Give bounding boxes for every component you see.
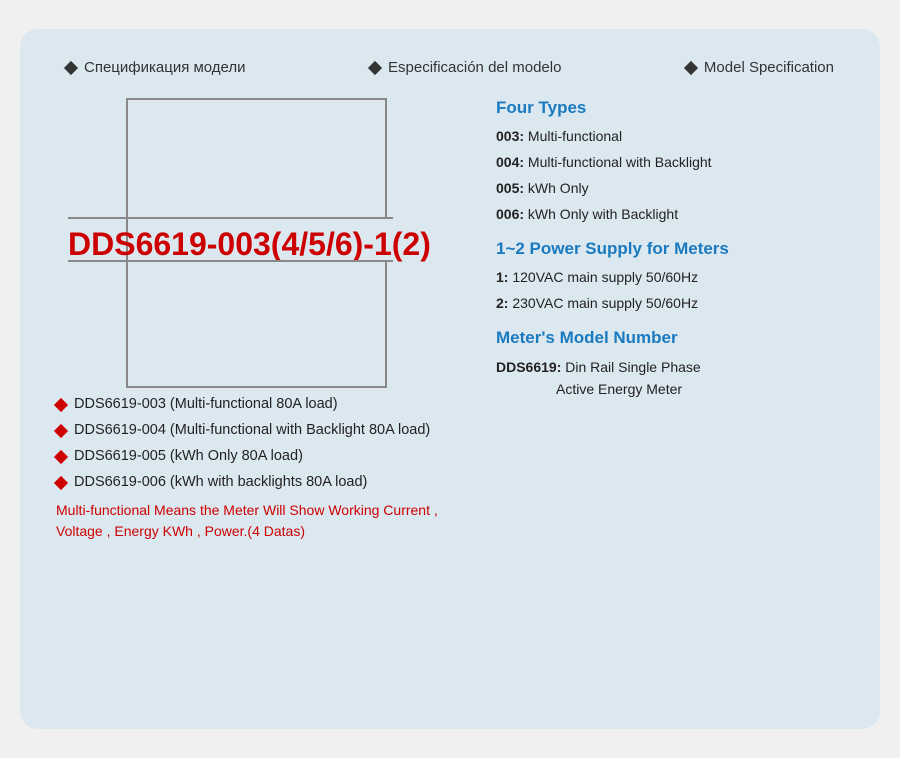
four-types-section: Four Types 003: Multi-functional 004: Mu… <box>496 98 844 225</box>
diamond-red-icon-4 <box>54 476 68 490</box>
model-number-text-line2: Active Energy Meter <box>496 378 844 400</box>
list-item: DDS6619-004 (Multi-functional with Backl… <box>56 422 476 438</box>
bracket-diagram: DDS6619-003(4/5/6)-1(2) <box>86 98 446 378</box>
diamond-icon-3 <box>684 60 698 74</box>
four-types-code-4: 006: <box>496 206 524 222</box>
bracket-right-bottom-line <box>385 261 387 388</box>
model-number-title: Meter's Model Number <box>496 328 844 348</box>
four-types-item-2: 004: Multi-functional with Backlight <box>496 152 844 173</box>
power-supply-item-1: 1: 120VAC main supply 50/60Hz <box>496 267 844 288</box>
four-types-code-2: 004: <box>496 154 524 170</box>
four-types-item-3: 005: kWh Only <box>496 178 844 199</box>
list-item: DDS6619-006 (kWh with backlights 80A loa… <box>56 474 476 490</box>
four-types-title: Four Types <box>496 98 844 118</box>
diamond-icon-1 <box>64 60 78 74</box>
list-item: DDS6619-003 (Multi-functional 80A load) <box>56 396 476 412</box>
four-types-item-4: 006: kWh Only with Backlight <box>496 204 844 225</box>
four-types-code-3: 005: <box>496 180 524 196</box>
model-number-section: Meter's Model Number DDS6619: Din Rail S… <box>496 328 844 401</box>
power-supply-section: 1~2 Power Supply for Meters 1: 120VAC ma… <box>496 239 844 314</box>
main-card: Спецификация модели Especificación del m… <box>20 29 880 729</box>
list-item: DDS6619-005 (kWh Only 80A load) <box>56 448 476 464</box>
model-number-desc: DDS6619: Din Rail Single Phase Active En… <box>496 356 844 401</box>
bullet-text-1: DDS6619-003 (Multi-functional 80A load) <box>74 396 338 412</box>
diamond-red-icon-2 <box>54 424 68 438</box>
power-supply-desc-1: 120VAC main supply 50/60Hz <box>512 269 698 285</box>
model-number-text-line1: Din Rail Single Phase <box>565 359 700 375</box>
bullet-text-3: DDS6619-005 (kWh Only 80A load) <box>74 448 303 464</box>
header-label-english: Model Specification <box>704 59 834 76</box>
header-item-spanish: Especificación del modelo <box>370 59 561 76</box>
diamond-red-icon-3 <box>54 450 68 464</box>
four-types-desc-4: kWh Only with Backlight <box>528 206 678 222</box>
bullet-text-2: DDS6619-004 (Multi-functional with Backl… <box>74 422 430 438</box>
diamond-icon-2 <box>368 60 382 74</box>
bullet-list: DDS6619-003 (Multi-functional 80A load) … <box>56 396 476 490</box>
four-types-item-1: 003: Multi-functional <box>496 126 844 147</box>
power-supply-code-2: 2: <box>496 295 508 311</box>
diamond-red-icon-1 <box>54 398 68 412</box>
note-text: Multi-functional Means the Meter Will Sh… <box>56 500 476 542</box>
bracket-bottom-final-line <box>126 386 386 388</box>
model-number-code: DDS6619: <box>496 359 561 375</box>
header-item-russian: Спецификация модели <box>66 59 246 76</box>
header-label-spanish: Especificación del modelo <box>388 59 561 76</box>
power-supply-code-1: 1: <box>496 269 508 285</box>
model-text: DDS6619-003(4/5/6)-1(2) <box>68 226 431 263</box>
four-types-desc-1: Multi-functional <box>528 128 622 144</box>
header-label-russian: Спецификация модели <box>84 59 246 76</box>
four-types-code-1: 003: <box>496 128 524 144</box>
four-types-desc-3: kWh Only <box>528 180 589 196</box>
left-section: DDS6619-003(4/5/6)-1(2) DDS6619-003 (Mul… <box>56 98 476 542</box>
h-line-top <box>68 217 393 219</box>
header-item-english: Model Specification <box>686 59 834 76</box>
power-supply-item-2: 2: 230VAC main supply 50/60Hz <box>496 293 844 314</box>
right-section: Four Types 003: Multi-functional 004: Mu… <box>476 98 844 542</box>
power-supply-desc-2: 230VAC main supply 50/60Hz <box>512 295 698 311</box>
header-row: Спецификация модели Especificación del m… <box>56 59 844 76</box>
bracket-right-top-line <box>385 98 387 218</box>
power-supply-title: 1~2 Power Supply for Meters <box>496 239 844 259</box>
bracket-top-line <box>126 98 386 100</box>
four-types-desc-2: Multi-functional with Backlight <box>528 154 712 170</box>
h-line-bottom <box>68 260 393 262</box>
bullet-text-4: DDS6619-006 (kWh with backlights 80A loa… <box>74 474 367 490</box>
main-content: DDS6619-003(4/5/6)-1(2) DDS6619-003 (Mul… <box>56 98 844 542</box>
